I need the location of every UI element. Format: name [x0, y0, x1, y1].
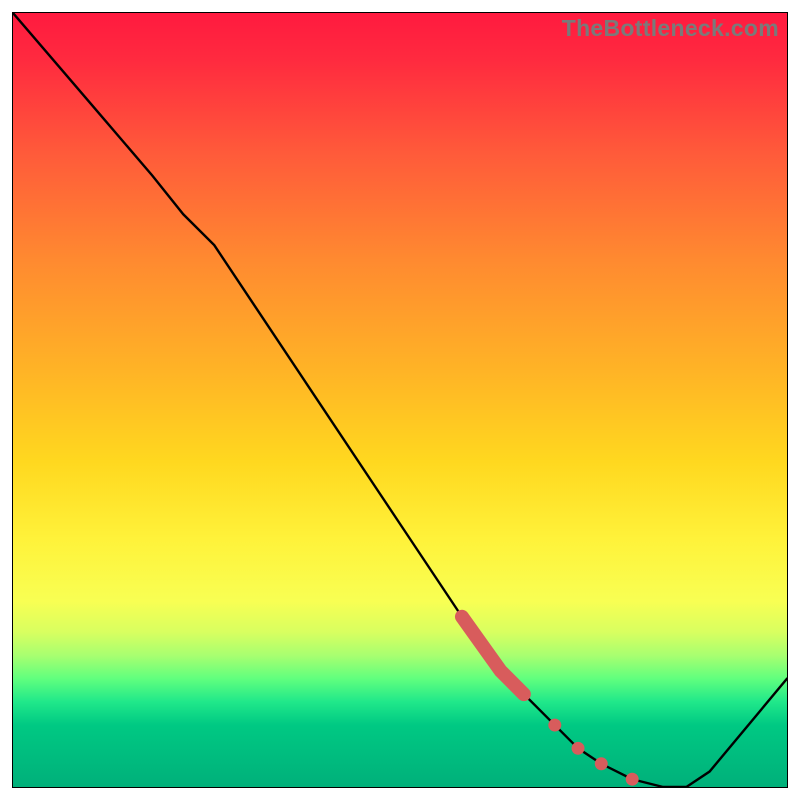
dot-1 [548, 719, 561, 732]
plot-area: TheBottleneck.com [12, 12, 788, 788]
chart-stage: TheBottleneck.com [0, 0, 800, 800]
highlight-segment [462, 617, 524, 694]
curve-svg [13, 13, 787, 787]
bottleneck-curve [13, 13, 787, 787]
dot-4 [626, 773, 639, 786]
dot-2 [572, 742, 585, 755]
dot-3 [595, 757, 608, 770]
